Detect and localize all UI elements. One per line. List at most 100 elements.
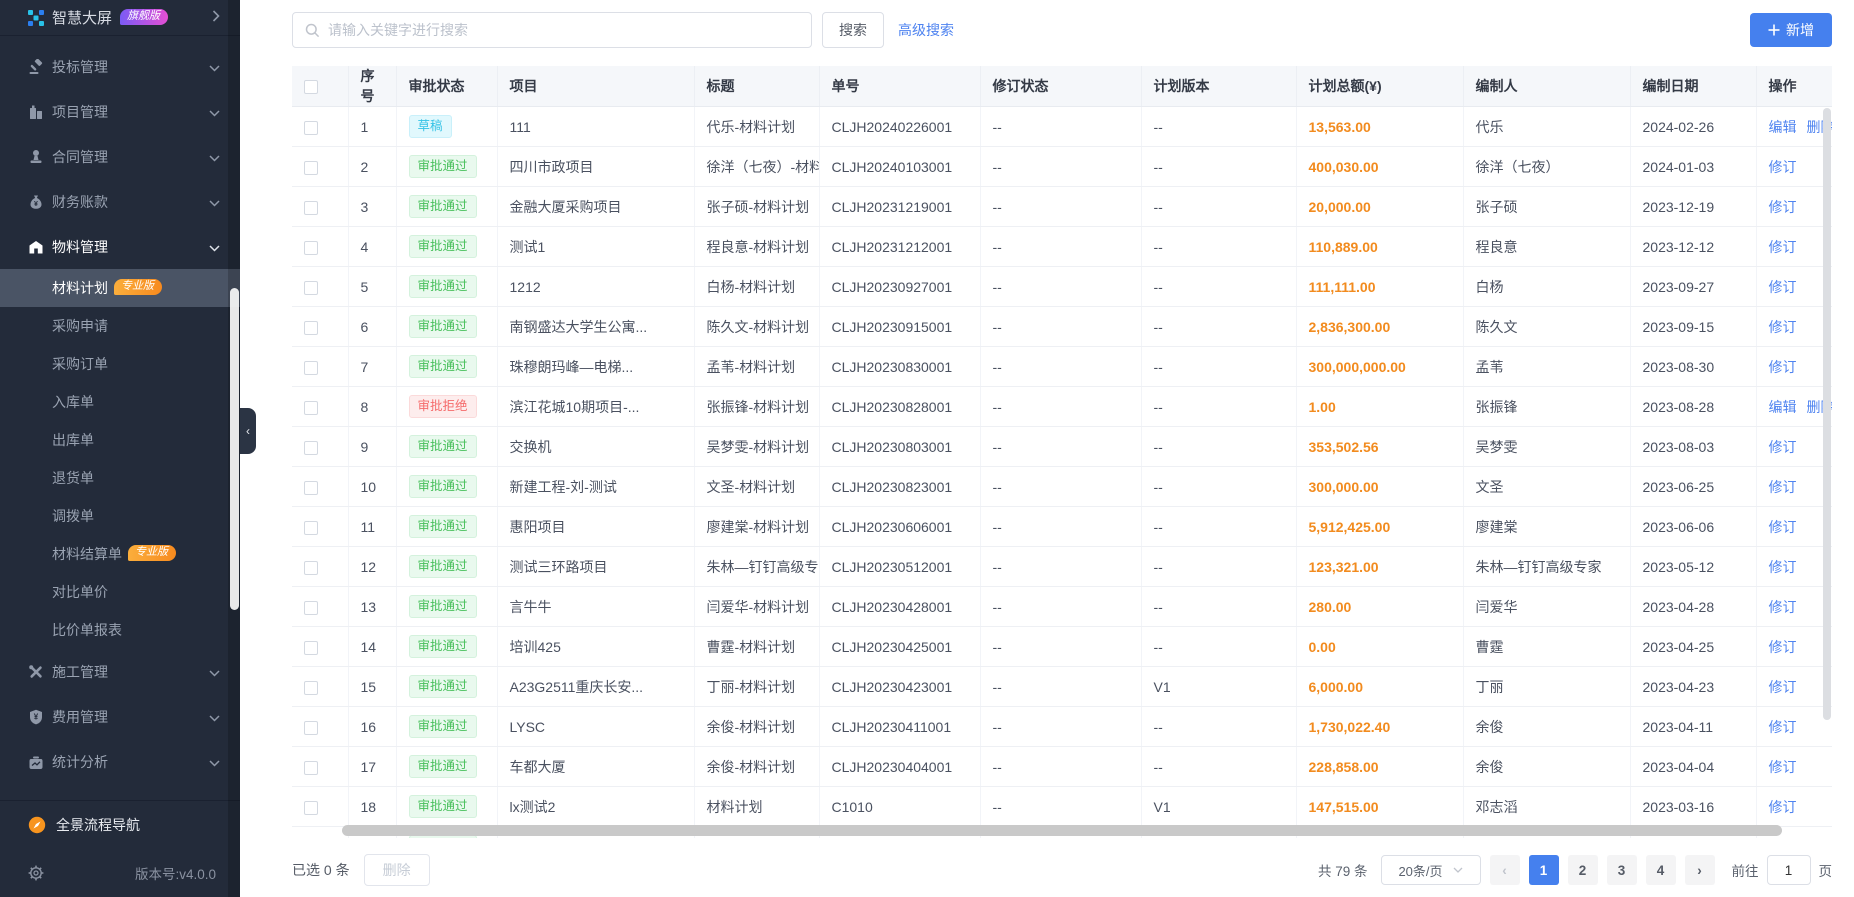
amount-cell: 300,000.00 [1296,466,1464,507]
advanced-search-link[interactable]: 高级搜索 [898,20,954,40]
row-checkbox[interactable] [304,720,318,735]
row-checkbox[interactable] [304,600,318,615]
sidebar-scrollbar-thumb[interactable] [230,288,239,610]
goto-page: 前往 页 [1732,855,1832,885]
row-action-link[interactable]: 修订 [1769,439,1797,455]
add-button[interactable]: 新增 [1750,13,1832,47]
order-no-cell: CLJH20230803001 [819,426,981,467]
row-checkbox[interactable] [304,440,318,455]
order-no-cell: CLJH20230425001 [819,626,981,667]
delete-selected-button[interactable]: 删除 [363,854,430,886]
amount-cell: 6,000.00 [1296,666,1464,707]
row-action-link[interactable]: 编辑 [1769,119,1797,135]
row-action-link[interactable]: 修订 [1769,519,1797,535]
row-action-link[interactable]: 修订 [1769,159,1797,175]
row-action-link[interactable]: 修订 [1769,319,1797,335]
row-checkbox[interactable] [304,240,318,255]
sidebar-subitem[interactable]: 对比单价 [0,573,240,611]
row-checkbox[interactable] [304,560,318,575]
row-action-link[interactable]: 修订 [1769,719,1797,735]
row-action-link[interactable]: 修订 [1769,239,1797,255]
plan-version-cell: -- [1141,546,1297,587]
page-number-button[interactable]: 4 [1645,855,1676,885]
next-page-button[interactable]: › [1684,855,1715,885]
row-checkbox[interactable] [304,680,318,695]
row-action-link[interactable]: 修订 [1769,279,1797,295]
row-actions-cell: 修订 [1756,346,1832,387]
row-checkbox[interactable] [304,360,318,375]
row-checkbox[interactable] [304,520,318,535]
row-checkbox[interactable] [304,760,318,775]
gear-icon[interactable] [28,865,44,881]
table-vertical-scrollbar[interactable] [1823,108,1831,720]
project-cell: 惠阳项目 [497,506,695,547]
sidebar-item-project[interactable]: 项目管理 [0,89,240,134]
row-action-link[interactable]: 修订 [1769,799,1797,815]
sidebar-item-smart-screen[interactable]: 智慧大屏 旗舰版 [0,0,240,36]
revision-status-cell: -- [980,346,1142,387]
goto-page-input[interactable] [1766,855,1811,885]
prev-page-button[interactable]: ‹ [1489,855,1520,885]
row-checkbox[interactable] [304,400,318,415]
page-number-button[interactable]: 1 [1528,855,1559,885]
sidebar-subitem[interactable]: 调拨单 [0,497,240,535]
stats-icon [28,754,44,770]
row-action-link[interactable]: 修订 [1769,199,1797,215]
col-header-no: 序号 [348,66,397,107]
row-action-link[interactable]: 修订 [1769,759,1797,775]
select-all-checkbox[interactable] [304,80,318,95]
row-action-link[interactable]: 修订 [1769,559,1797,575]
pagination: 共 79 条 20条/页 ‹ 1 2 3 4 › 前往 页 [1318,855,1832,885]
sidebar-item-expense[interactable]: ¥ 费用管理 [0,694,240,739]
creator-cell: 孟苇 [1463,346,1631,387]
sidebar-item-finance[interactable]: ¥ 财务账款 [0,179,240,224]
sidebar-subitem[interactable]: 材料结算单 专业版 [0,535,240,573]
row-checkbox[interactable] [304,480,318,495]
row-checkbox[interactable] [304,160,318,175]
sidebar-subitem[interactable]: 退货单 [0,459,240,497]
sidebar-subitem[interactable]: 采购订单 [0,345,240,383]
sidebar-item-material[interactable]: 物料管理 [0,224,240,269]
sidebar-item-construction[interactable]: 施工管理 [0,649,240,694]
table-horizontal-scrollbar[interactable] [342,825,1782,836]
page-number-button[interactable]: 3 [1606,855,1637,885]
sidebar-subitem[interactable]: 比价单报表 [0,611,240,649]
row-action-link[interactable]: 编辑 [1769,399,1797,415]
page-number-button[interactable]: 2 [1567,855,1598,885]
sidebar-subitem[interactable]: 材料计划 专业版 [0,269,240,307]
page-size-select[interactable]: 20条/页 [1380,855,1481,885]
date-cell: 2024-01-03 [1630,146,1757,187]
sidebar-subitem[interactable]: 入库单 [0,383,240,421]
money-bag-icon: ¥ [28,194,44,210]
row-checkbox[interactable] [304,120,318,135]
sidebar-collapse-handle[interactable]: ‹ [240,408,256,454]
sidebar-subitem[interactable]: 采购申请 [0,307,240,345]
row-action-link[interactable]: 修订 [1769,359,1797,375]
row-checkbox[interactable] [304,200,318,215]
row-checkbox[interactable] [304,800,318,815]
row-actions-cell: 修订 [1756,146,1832,187]
sidebar-item-statistics[interactable]: 统计分析 [0,739,240,784]
row-action-link[interactable]: 修订 [1769,599,1797,615]
sidebar-item-bidding[interactable]: 投标管理 [0,44,240,89]
search-input[interactable] [328,22,799,38]
row-checkbox[interactable] [304,320,318,335]
sidebar-item-contract[interactable]: 合同管理 [0,134,240,179]
title-cell: 张振锋-材料计划 [694,386,820,427]
row-action-link[interactable]: 修订 [1769,479,1797,495]
creator-cell: 陈久文 [1463,306,1631,347]
panorama-nav-link[interactable]: 全景流程导航 [0,801,240,849]
status-cell: 审批通过 [396,506,498,547]
row-action-link[interactable]: 修订 [1769,639,1797,655]
revision-status-cell: -- [980,186,1142,227]
status-cell: 审批通过 [396,706,498,747]
status-badge: 审批通过 [408,554,477,579]
sidebar-subitem[interactable]: 出库单 [0,421,240,459]
search-button[interactable]: 搜索 [822,12,884,48]
row-action-link[interactable]: 修订 [1769,679,1797,695]
row-checkbox[interactable] [304,280,318,295]
row-actions-cell: 修订 [1756,186,1832,227]
table-row: 4 审批通过 测试1 程良意-材料计划 CLJH20231212001 -- -… [292,226,1832,267]
row-checkbox[interactable] [304,640,318,655]
status-badge: 审批通过 [408,594,477,619]
